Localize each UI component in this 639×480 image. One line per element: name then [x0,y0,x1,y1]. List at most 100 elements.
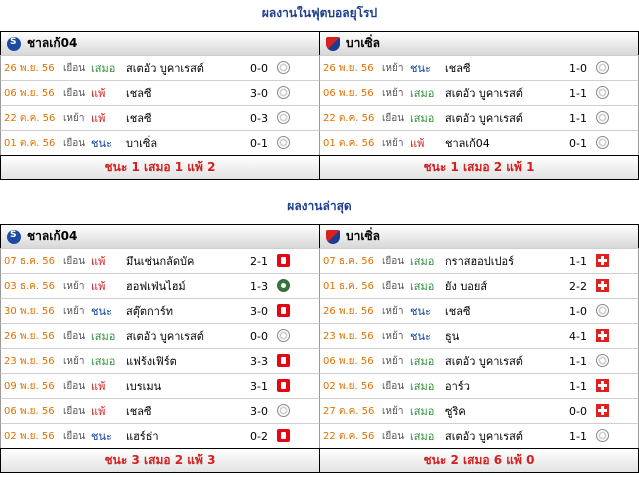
match-row: 26 พ.ย. 56 เหย้า ชนะ เชลซี 1-0 [319,298,639,323]
swiss-league-icon [596,279,609,292]
swiss-league-icon [596,254,609,267]
opponent-name[interactable]: สตุ๊ตการ์ท [126,302,173,320]
match-venue: เหย้า [382,87,404,99]
ucl-icon [277,329,290,342]
match-row: 26 พ.ย. 56 เยือน เสมอ สเตอัว บูคาเรสต์ 0-0 [0,55,320,80]
opponent-name[interactable]: ฮอฟเฟ่นไฮม์ [126,277,186,295]
match-date: 07 ธ.ค. 56 [323,255,374,267]
match-result: ชนะ [91,137,112,150]
match-row: 06 พ.ย. 56 เหย้า เสมอ สเตอัว บูคาเรสต์ 1-1 [319,348,639,373]
swiss-league-icon [596,404,609,417]
match-result: แพ้ [91,112,106,125]
match-venue: เยือน [63,430,86,442]
match-result: แพ้ [91,380,106,393]
match-date: 22 ต.ค. 56 [4,112,56,124]
match-venue: เหย้า [63,355,85,367]
opponent-name[interactable]: แฮร์ธ่า [126,427,159,445]
opponent-name[interactable]: สเตอัว บูคาเรสต์ [445,109,523,127]
match-row: 06 พ.ย. 56 เยือน แพ้ เชลซี 3-0 [0,80,320,105]
match-venue: เยือน [382,255,405,267]
opponent-name[interactable]: กราสฮอปเปอร์ [445,252,514,270]
opponent-name[interactable]: สเตอัว บูคาเรสต์ [445,84,523,102]
opponent-name[interactable]: สเตอัว บูคาเรสต์ [445,427,523,445]
opponent-name[interactable]: อาร์ว [445,377,470,395]
match-score: 0-0 [250,329,268,343]
match-result: ชนะ [91,430,112,443]
opponent-name[interactable]: เชลซี [126,84,151,102]
opponent-name[interactable]: เชลซี [445,302,470,320]
opponent-name[interactable]: ยัง บอยส์ [445,277,487,295]
match-date: 06 พ.ย. 56 [323,355,374,367]
match-row: 22 ต.ค. 56 เยือน เสมอ สเตอัว บูคาเรสต์ 1-1 [319,105,639,130]
match-result: ชนะ [410,62,431,75]
match-row: 27 ต.ค. 56 เหย้า เสมอ ซูริค 0-0 [319,398,639,423]
match-venue: เยือน [382,380,405,392]
match-venue: เหย้า [63,112,85,124]
match-date: 26 พ.ย. 56 [4,62,55,74]
opponent-name[interactable]: เบรเมน [126,377,161,395]
match-row: 23 พ.ย. 56 เหย้า เสมอ แฟร้งเฟิร์ต 3-3 [0,348,320,373]
opponent-name[interactable]: บาเซิ่ล [126,134,157,152]
opponent-name[interactable]: สเตอัว บูคาเรสต์ [126,59,204,77]
match-score: 1-0 [569,61,587,75]
summary-bar: ชนะ 1 เสมอ 1 แพ้ 2 [0,155,320,180]
bundesliga-icon [277,429,290,442]
panel-header: บาเซิ่ล [319,31,639,55]
match-result: เสมอ [410,112,435,125]
match-result: แพ้ [91,280,106,293]
ucl-icon [596,354,609,367]
match-row: 01 ธ.ค. 56 เยือน เสมอ ยัง บอยส์ 2-2 [319,273,639,298]
match-row: 26 พ.ย. 56 เหย้า ชนะ เชลซี 1-0 [319,55,639,80]
match-row: 06 พ.ย. 56 เยือน แพ้ เชลซี 3-0 [0,398,320,423]
match-result: แพ้ [91,405,106,418]
match-score: 3-0 [250,304,268,318]
match-row: 09 พ.ย. 56 เยือน แพ้ เบรเมน 3-1 [0,373,320,398]
opponent-name[interactable]: เชลซี [126,402,151,420]
opponent-name[interactable]: เชลซี [126,109,151,127]
match-venue: เหย้า [63,305,85,317]
match-date: 23 พ.ย. 56 [323,330,374,342]
match-result: ชนะ [91,305,112,318]
match-score: 0-3 [250,111,268,125]
bundesliga-icon [277,254,290,267]
match-date: 26 พ.ย. 56 [323,62,374,74]
ucl-icon [277,404,290,417]
match-result: แพ้ [410,137,425,150]
match-date: 02 พ.ย. 56 [4,430,55,442]
opponent-name[interactable]: ชาลเก้04 [445,134,490,152]
opponent-name[interactable]: ซูริค [445,402,466,420]
opponent-name[interactable]: เชลซี [445,59,470,77]
recent-section-title: ผลงานล่าสุด [287,199,352,213]
match-result: เสมอ [410,355,435,368]
match-venue: เยือน [63,255,86,267]
match-venue: เยือน [63,380,86,392]
opponent-name[interactable]: ธูน [445,327,459,345]
euro-section-title: ผลงานในฟุตบอลยุโรป [261,6,378,20]
match-date: 03 ธ.ค. 56 [4,280,55,292]
ucl-icon [596,304,609,317]
match-venue: เยือน [63,137,86,149]
match-row: 02 พ.ย. 56 เยือน ชนะ แฮร์ธ่า 0-2 [0,423,320,448]
match-venue: เหย้า [382,305,404,317]
match-result: เสมอ [410,430,435,443]
match-venue: เยือน [382,280,405,292]
opponent-name[interactable]: แฟร้งเฟิร์ต [126,352,177,370]
match-result: เสมอ [91,355,116,368]
opponent-name[interactable]: สเตอัว บูคาเรสต์ [126,327,204,345]
match-venue: เยือน [63,87,86,99]
match-date: 09 พ.ย. 56 [4,380,55,392]
match-venue: เหย้า [382,62,404,74]
match-score: 0-0 [250,61,268,75]
bundesliga-icon [277,379,290,392]
dfb-pokal-icon [277,279,290,292]
match-venue: เยือน [63,405,86,417]
schalke-crest-icon [7,36,21,51]
match-score: 0-1 [569,136,587,150]
opponent-name[interactable]: มึนเช่นกลัดบัค [126,252,194,270]
match-score: 1-1 [569,254,587,268]
swiss-league-icon [596,329,609,342]
match-result: เสมอ [91,330,116,343]
match-row: 23 พ.ย. 56 เหย้า ชนะ ธูน 4-1 [319,323,639,348]
match-row: 02 พ.ย. 56 เยือน เสมอ อาร์ว 1-1 [319,373,639,398]
opponent-name[interactable]: สเตอัว บูคาเรสต์ [445,352,523,370]
